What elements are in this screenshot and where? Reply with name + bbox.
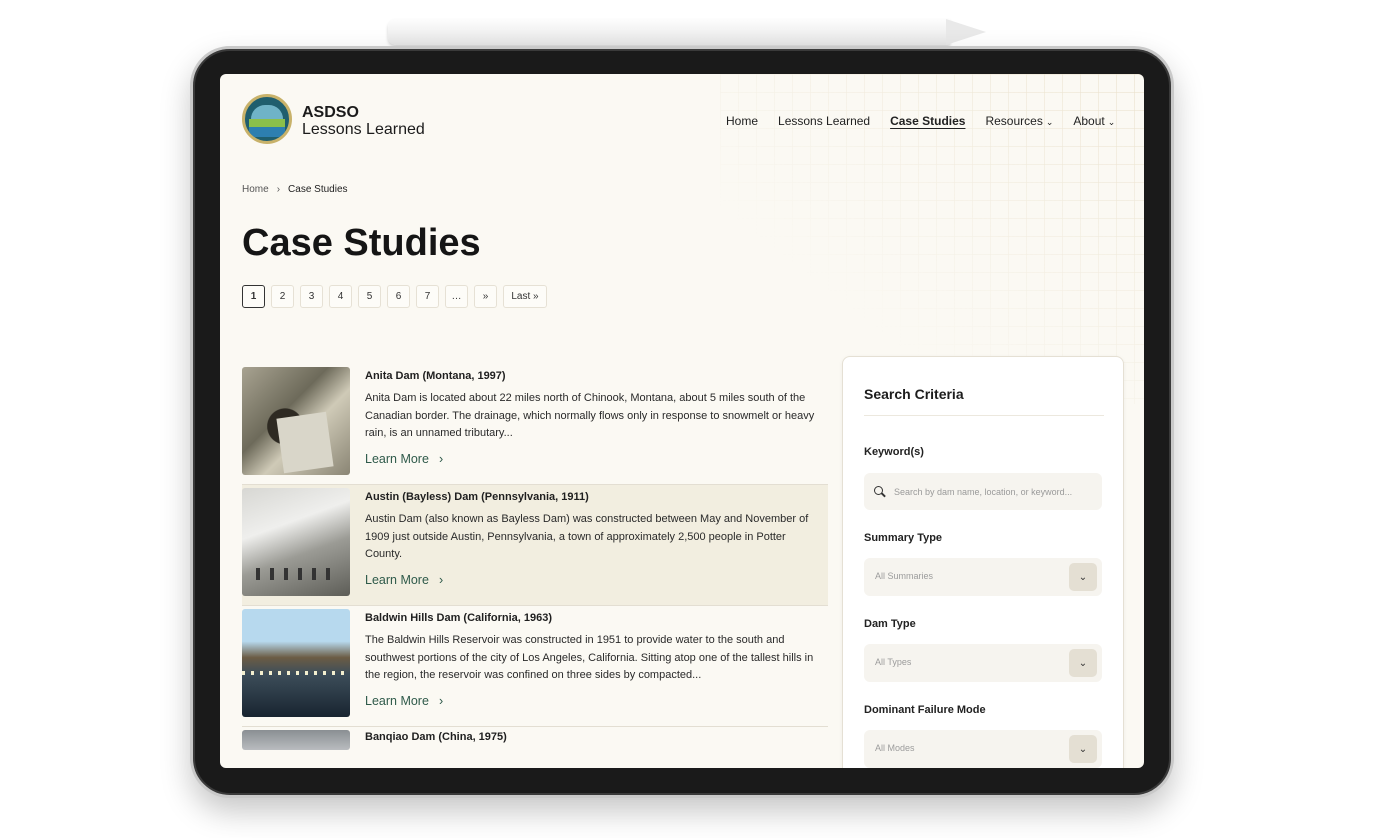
stylus-pencil [388, 19, 950, 45]
divider [864, 415, 1104, 416]
asdso-logo-icon[interactable] [242, 94, 292, 144]
learn-more-link[interactable]: Learn More › [365, 694, 443, 708]
keyword-label: Keyword(s) [864, 446, 924, 458]
search-criteria-panel: Search Criteria Keyword(s) Summary Type … [842, 356, 1124, 768]
failure-mode-select[interactable]: All Modes ⌄ [864, 730, 1102, 768]
case-description: Anita Dam is located about 22 miles nort… [365, 392, 815, 439]
failure-mode-value: All Modes [875, 743, 915, 753]
breadcrumb: Home › Case Studies [242, 184, 348, 195]
brand-title[interactable]: ASDSO [302, 104, 359, 122]
device-scene: ASDSO Lessons Learned Home Lessons Learn… [0, 0, 1384, 838]
page-4-button[interactable]: 4 [329, 285, 352, 308]
pagination-ellipsis: … [445, 285, 468, 308]
summary-type-value: All Summaries [875, 571, 934, 581]
list-item[interactable]: Baldwin Hills Dam (California, 1963) The… [242, 606, 828, 727]
chevron-right-icon: › [438, 694, 444, 708]
chevron-right-icon: › [438, 573, 444, 587]
nav-lessons-learned[interactable]: Lessons Learned [778, 114, 870, 128]
learn-more-label: Learn More [365, 694, 429, 708]
page-7-button[interactable]: 7 [416, 285, 439, 308]
panel-title: Search Criteria [864, 386, 964, 402]
nav-case-studies[interactable]: Case Studies [890, 114, 965, 128]
learn-more-link[interactable]: Learn More › [365, 573, 443, 587]
list-item[interactable]: Austin (Bayless) Dam (Pennsylvania, 1911… [242, 485, 828, 606]
case-thumbnail[interactable] [242, 488, 350, 596]
case-description: The Baldwin Hills Reservoir was construc… [365, 634, 814, 681]
case-description: Austin Dam (also known as Bayless Dam) w… [365, 513, 809, 560]
main-nav: Home Lessons Learned Case Studies Resour… [726, 114, 1115, 128]
case-title[interactable]: Anita Dam (Montana, 1997) [365, 370, 506, 382]
next-page-button[interactable]: » [474, 285, 497, 308]
case-thumbnail[interactable] [242, 730, 350, 750]
list-item[interactable]: Anita Dam (Montana, 1997) Anita Dam is l… [242, 364, 828, 485]
case-title[interactable]: Baldwin Hills Dam (California, 1963) [365, 612, 552, 624]
nav-resources[interactable]: Resources ⌄ [985, 114, 1053, 128]
dam-type-value: All Types [875, 657, 912, 667]
nav-about-label: About [1073, 114, 1105, 128]
learn-more-label: Learn More [365, 452, 429, 466]
keyword-search-input[interactable] [894, 486, 1099, 497]
case-title[interactable]: Austin (Bayless) Dam (Pennsylvania, 1911… [365, 491, 589, 503]
page-1-button[interactable]: 1 [242, 285, 265, 308]
failure-mode-label: Dominant Failure Mode [864, 704, 986, 716]
nav-home[interactable]: Home [726, 114, 758, 128]
tablet-screen: ASDSO Lessons Learned Home Lessons Learn… [220, 74, 1144, 768]
chevron-down-icon[interactable]: ⌄ [1069, 735, 1097, 763]
dam-type-select[interactable]: All Types ⌄ [864, 644, 1102, 682]
summary-type-label: Summary Type [864, 532, 943, 544]
nav-about[interactable]: About ⌄ [1073, 114, 1115, 128]
nav-resources-label: Resources [985, 114, 1043, 128]
breadcrumb-home[interactable]: Home [242, 184, 269, 195]
case-thumbnail[interactable] [242, 367, 350, 475]
case-title[interactable]: Banqiao Dam (China, 1975) [365, 731, 507, 743]
page-5-button[interactable]: 5 [358, 285, 381, 308]
list-item[interactable]: Banqiao Dam (China, 1975) [242, 727, 828, 757]
dam-type-label: Dam Type [864, 618, 916, 630]
brand-subtitle[interactable]: Lessons Learned [302, 121, 425, 139]
page-6-button[interactable]: 6 [387, 285, 410, 308]
learn-more-label: Learn More [365, 573, 429, 587]
stylus-tip [946, 19, 986, 45]
page-title: Case Studies [242, 222, 481, 264]
page-2-button[interactable]: 2 [271, 285, 294, 308]
search-icon [874, 485, 886, 498]
chevron-down-icon: ⌄ [1107, 117, 1116, 127]
case-thumbnail[interactable] [242, 609, 350, 717]
summary-type-select[interactable]: All Summaries ⌄ [864, 558, 1102, 596]
chevron-down-icon[interactable]: ⌄ [1069, 563, 1097, 591]
chevron-down-icon[interactable]: ⌄ [1069, 649, 1097, 677]
learn-more-link[interactable]: Learn More › [365, 452, 443, 466]
page-3-button[interactable]: 3 [300, 285, 323, 308]
pagination: 1 2 3 4 5 6 7 … » Last » [242, 285, 547, 308]
chevron-right-icon: › [438, 452, 444, 466]
case-study-list: Anita Dam (Montana, 1997) Anita Dam is l… [242, 364, 828, 757]
search-box[interactable] [864, 473, 1102, 510]
breadcrumb-current: Case Studies [288, 184, 348, 195]
last-page-button[interactable]: Last » [503, 285, 547, 308]
chevron-right-icon: › [276, 184, 281, 195]
chevron-down-icon: ⌄ [1045, 117, 1054, 127]
